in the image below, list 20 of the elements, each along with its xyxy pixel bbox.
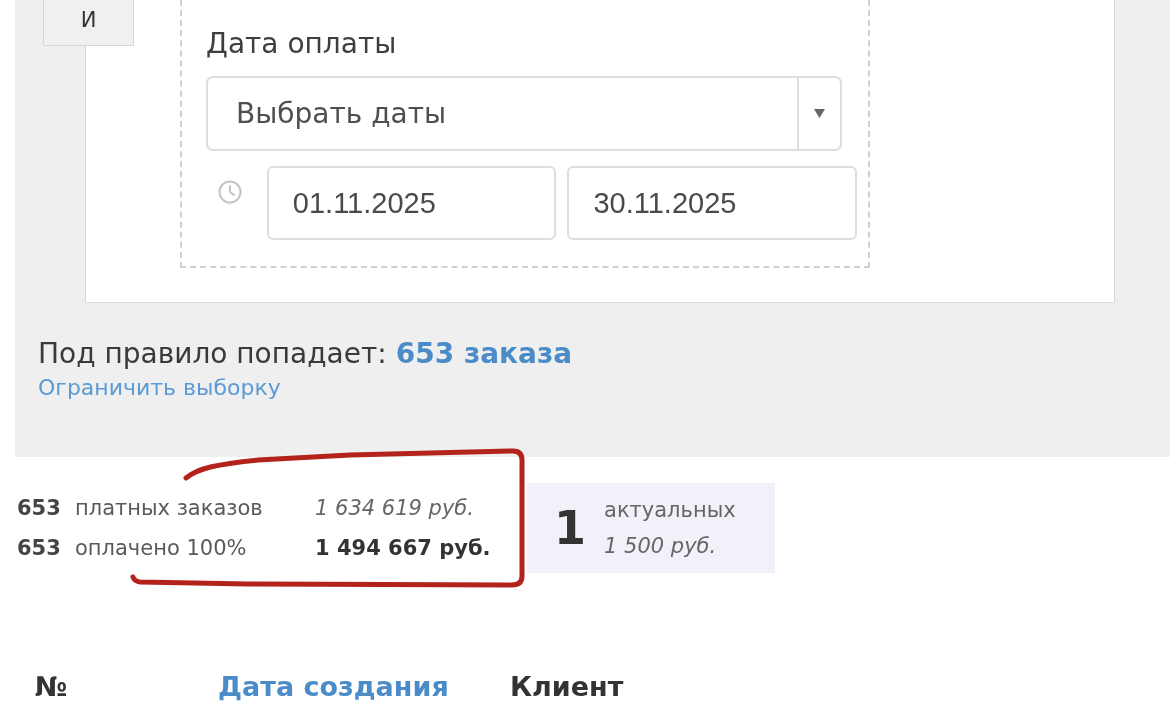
date-from-field[interactable]: 01.11.2025 — [266, 166, 557, 240]
current-amount: 1 500 руб. — [604, 534, 717, 558]
stat-count: 653 — [17, 535, 62, 561]
clock-icon — [218, 180, 242, 204]
caret-icon — [814, 109, 825, 118]
field-label: Дата оплаты — [206, 26, 397, 62]
stat-label: платных заказов — [75, 495, 264, 521]
rule-summary-text: Под правило попадает: — [38, 336, 387, 372]
date-to-field[interactable]: 30.11.2025 — [567, 166, 857, 240]
date-preset-select[interactable]: Выбрать даты — [206, 76, 842, 151]
stat-amount: 1 634 619 руб. — [315, 495, 475, 521]
column-header: Клиент — [510, 670, 625, 704]
column-header: № — [35, 670, 69, 704]
current-count: 1 — [554, 501, 586, 555]
conjunction-button[interactable]: И — [43, 0, 134, 46]
stat-count: 653 — [17, 495, 62, 521]
stat-amount: 1 494 667 руб. — [315, 535, 492, 561]
column-header[interactable]: Дата создания — [218, 670, 510, 704]
current-label: актуальных — [604, 498, 736, 522]
stat-label: оплачено 100% — [75, 535, 248, 561]
